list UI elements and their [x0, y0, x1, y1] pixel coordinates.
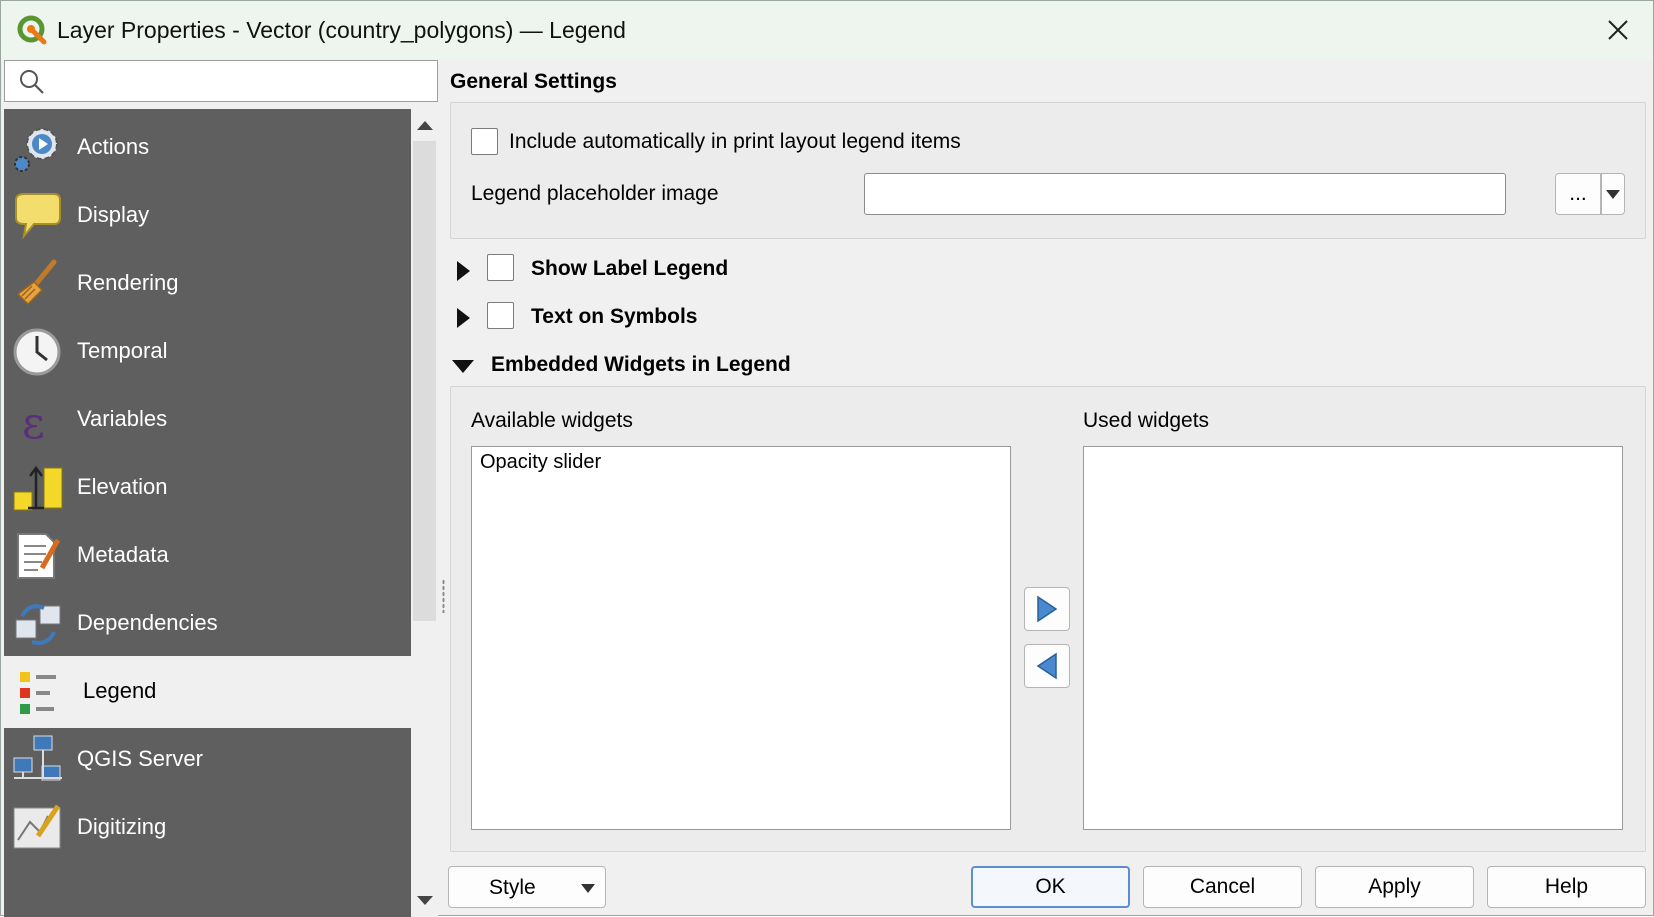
sidebar-item-rendering[interactable]: Rendering [4, 248, 411, 320]
sidebar-item-legend[interactable]: Legend [4, 656, 411, 728]
sidebar-item-label: Variables [77, 406, 168, 431]
close-icon [1608, 20, 1628, 40]
sidebar-item-variables[interactable]: ε Variables [4, 384, 411, 456]
used-widgets-label: Used widgets [1083, 409, 1210, 432]
chevron-down-icon [581, 884, 595, 893]
help-button[interactable]: Help [1487, 866, 1646, 908]
include-in-legend-label: Include automatically in print layout le… [509, 130, 961, 153]
remove-widget-button[interactable] [1024, 644, 1070, 688]
text-on-symbols-title: Text on Symbols [531, 305, 698, 328]
embedded-widgets-group: Available widgets Used widgets Opacity s… [450, 386, 1646, 852]
used-widgets-list[interactable] [1083, 446, 1623, 830]
scrollbar-thumb[interactable] [413, 141, 436, 621]
legend-placeholder-label: Legend placeholder image [471, 182, 719, 205]
sidebar-item-temporal[interactable]: Temporal [4, 316, 411, 388]
ok-button[interactable]: OK [971, 866, 1130, 908]
sidebar-item-label: Legend [83, 678, 157, 703]
search-input[interactable] [57, 65, 427, 97]
paintbrush-icon [16, 259, 57, 306]
window-title: Layer Properties - Vector (country_polyg… [57, 17, 626, 43]
sidebar-item-display[interactable]: Display [4, 180, 411, 252]
style-button-label: Style [489, 876, 536, 899]
sidebar-scrollbar[interactable] [411, 109, 438, 917]
sidebar-item-dependencies[interactable]: Dependencies [4, 588, 411, 660]
sidebar-item-label: Actions [77, 134, 150, 159]
sidebar-item-label: Elevation [77, 474, 168, 499]
scroll-down-icon[interactable] [416, 895, 434, 907]
sidebar-item-qgis-server[interactable]: QGIS Server [4, 724, 411, 796]
expand-text-symbols-icon[interactable] [455, 307, 471, 329]
sidebar-item-actions[interactable]: Actions [4, 112, 411, 184]
sidebar-item-label: Metadata [77, 542, 169, 567]
general-settings-title: General Settings [450, 70, 617, 93]
sidebar-item-metadata[interactable]: Metadata [4, 520, 411, 592]
clock-icon [13, 328, 61, 376]
title-bar: Layer Properties - Vector (country_polyg… [1, 1, 1653, 59]
metadata-document-icon [17, 533, 61, 579]
sidebar-item-label: QGIS Server [77, 746, 203, 771]
panel-splitter[interactable] [439, 109, 449, 917]
close-button[interactable] [1597, 9, 1639, 51]
ok-label: OK [1035, 875, 1066, 898]
svg-text:ε: ε [22, 398, 45, 446]
browse-dropdown-button[interactable] [1601, 173, 1625, 215]
expand-label-legend-icon[interactable] [455, 260, 471, 282]
cancel-label: Cancel [1189, 875, 1256, 898]
legend-placeholder-input[interactable] [864, 173, 1506, 215]
qgis-logo-icon [17, 15, 47, 45]
sidebar-item-label: Digitizing [77, 814, 167, 839]
sidebar-item-label: Dependencies [77, 610, 218, 635]
search-icon [20, 70, 44, 94]
show-label-legend-checkbox[interactable] [487, 254, 514, 281]
apply-button[interactable]: Apply [1315, 866, 1474, 908]
browse-button[interactable]: ... [1555, 173, 1601, 215]
help-label: Help [1544, 875, 1589, 898]
browse-label: ... [1569, 182, 1587, 205]
available-widgets-label: Available widgets [471, 409, 633, 432]
speech-bubble-icon [15, 193, 61, 240]
collapse-embedded-widgets-icon[interactable] [451, 358, 475, 374]
arrow-left-icon [1036, 652, 1057, 680]
legend-icon [20, 672, 56, 714]
server-network-icon [13, 735, 62, 781]
include-in-legend-checkbox[interactable] [471, 128, 498, 155]
chevron-down-icon [1606, 189, 1620, 199]
sidebar-item-label: Temporal [77, 338, 168, 363]
scroll-up-icon[interactable] [416, 119, 434, 131]
general-settings-group: Include automatically in print layout le… [450, 102, 1646, 239]
add-widget-button[interactable] [1024, 587, 1070, 631]
search-box [4, 60, 438, 102]
embedded-widgets-title: Embedded Widgets in Legend [491, 353, 791, 376]
sidebar-item-label: Display [77, 202, 150, 227]
show-label-legend-title: Show Label Legend [531, 257, 729, 280]
sidebar: Actions Display Rendering Temporal ε Var… [4, 109, 411, 917]
text-on-symbols-checkbox[interactable] [487, 302, 514, 329]
apply-label: Apply [1368, 875, 1421, 898]
dependencies-arrows-icon [15, 604, 61, 645]
arrow-right-icon [1037, 595, 1058, 623]
actions-gear-icon [14, 128, 58, 172]
layer-properties-dialog: Layer Properties - Vector (country_polyg… [0, 0, 1654, 917]
splitter-grip [442, 579, 445, 613]
style-dropdown-button[interactable]: Style [448, 866, 606, 908]
epsilon-icon: ε [22, 398, 45, 446]
available-widgets-list[interactable]: Opacity slider [471, 446, 1011, 830]
list-item[interactable]: Opacity slider [480, 451, 601, 474]
elevation-icon [13, 465, 63, 511]
cancel-button[interactable]: Cancel [1143, 866, 1302, 908]
sidebar-item-elevation[interactable]: Elevation [4, 452, 411, 524]
digitizing-icon [13, 804, 61, 849]
sidebar-item-label: Rendering [77, 270, 179, 295]
sidebar-item-digitizing[interactable]: Digitizing [4, 792, 411, 864]
